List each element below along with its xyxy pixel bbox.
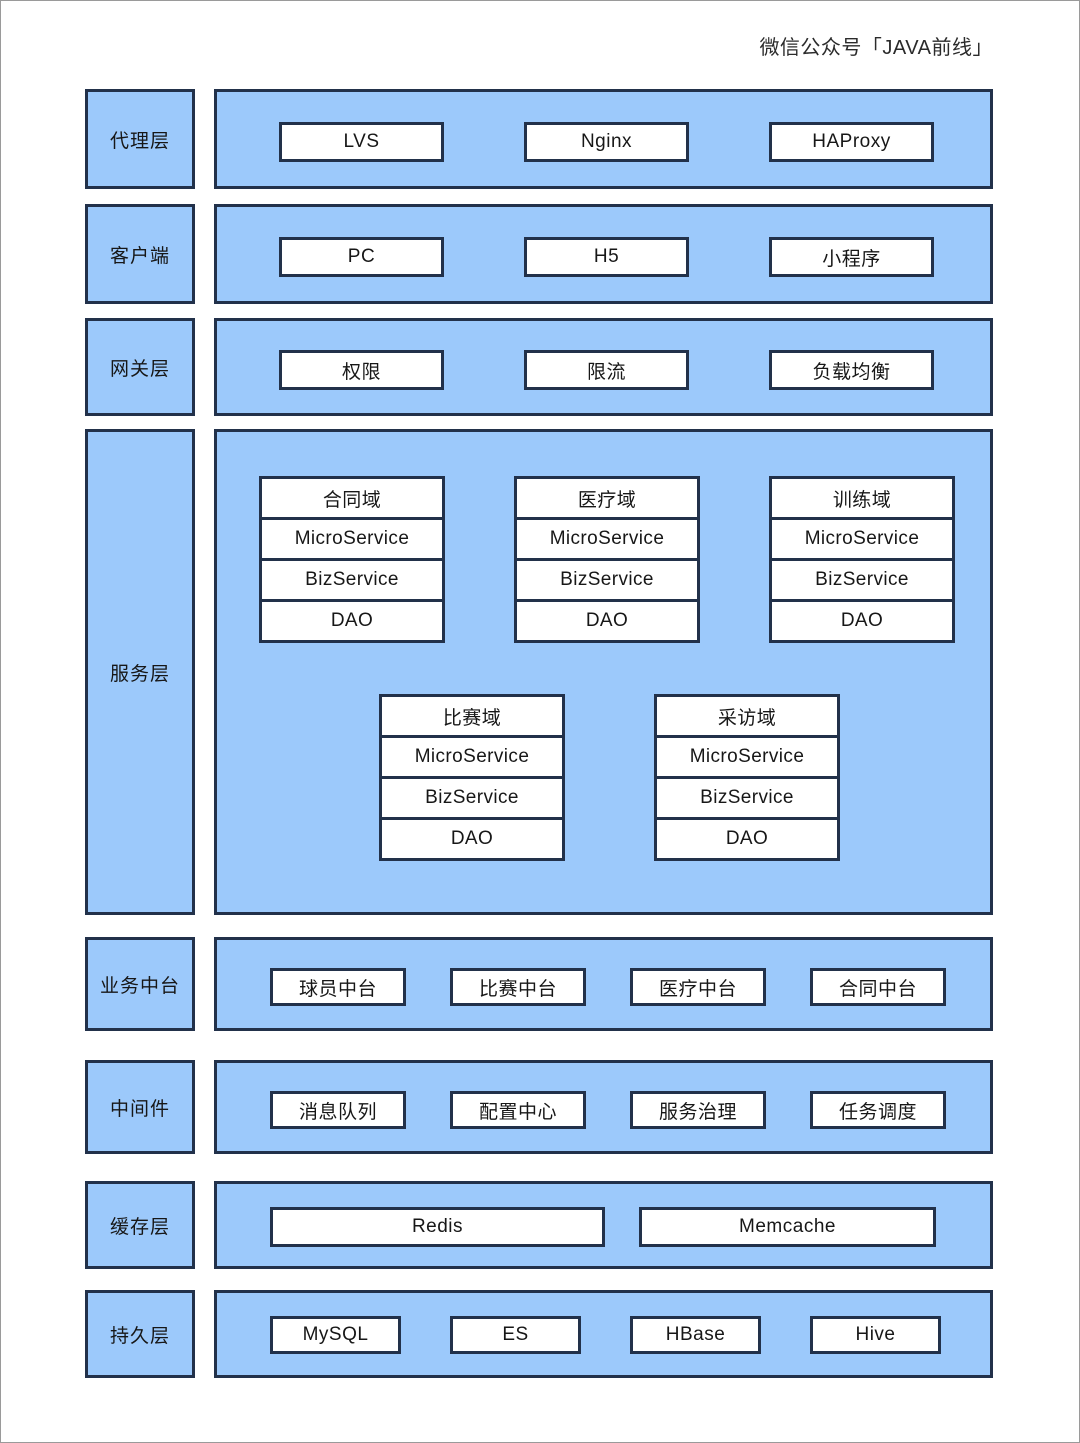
node-box[interactable]: 球员中台 — [270, 968, 406, 1006]
node-box[interactable]: 消息队列 — [270, 1091, 406, 1129]
domain-dao-cell: DAO — [654, 817, 840, 861]
node-box[interactable]: 限流 — [524, 350, 689, 390]
domain-dao-cell: DAO — [514, 599, 700, 643]
layer-panel-business-middle-platform: 球员中台 比赛中台 医疗中台 合同中台 — [214, 937, 993, 1031]
node-box[interactable]: 医疗中台 — [630, 968, 766, 1006]
domain-card[interactable]: 训练域 MicroService BizService DAO — [769, 476, 955, 643]
domain-bizservice-cell: BizService — [514, 558, 700, 602]
domain-dao-cell: DAO — [259, 599, 445, 643]
node-box[interactable]: 服务治理 — [630, 1091, 766, 1129]
domain-title-cell: 训练域 — [769, 476, 955, 520]
domain-bizservice-cell: BizService — [259, 558, 445, 602]
layer-label-gateway: 网关层 — [85, 318, 195, 416]
layer-label-text: 客户端 — [109, 245, 170, 267]
domain-microservice-cell: MicroService — [379, 735, 565, 779]
node-box[interactable]: 负载均衡 — [769, 350, 934, 390]
layer-label-business-middle-platform: 业务中台 — [85, 937, 195, 1031]
node-box[interactable]: HBase — [630, 1316, 761, 1354]
node-box[interactable]: 任务调度 — [810, 1091, 946, 1129]
layer-label-text: 服务层 — [109, 663, 170, 685]
node-box[interactable]: H5 — [524, 237, 689, 277]
layer-panel-service: 合同域 MicroService BizService DAO 医疗域 Micr… — [214, 429, 993, 915]
layer-panel-middleware: 消息队列 配置中心 服务治理 任务调度 — [214, 1060, 993, 1154]
domain-bizservice-cell: BizService — [654, 776, 840, 820]
layer-label-text: 网关层 — [109, 358, 170, 380]
layer-label-cache: 缓存层 — [85, 1181, 195, 1269]
layer-panel-cache: Redis Memcache — [214, 1181, 993, 1269]
layer-label-client: 客户端 — [85, 204, 195, 304]
node-box[interactable]: Memcache — [639, 1207, 936, 1247]
domain-card[interactable]: 比赛域 MicroService BizService DAO — [379, 694, 565, 861]
domain-dao-cell: DAO — [379, 817, 565, 861]
domain-card[interactable]: 采访域 MicroService BizService DAO — [654, 694, 840, 861]
layer-label-text: 代理层 — [109, 130, 170, 152]
layer-label-service: 服务层 — [85, 429, 195, 915]
domain-title-cell: 合同域 — [259, 476, 445, 520]
node-box[interactable]: PC — [279, 237, 444, 277]
domain-microservice-cell: MicroService — [654, 735, 840, 779]
diagram-page: 微信公众号「JAVA前线」 代理层 LVS Nginx HAProxy 客户端 … — [0, 0, 1080, 1443]
node-box[interactable]: 权限 — [279, 350, 444, 390]
layer-panel-persistence: MySQL ES HBase Hive — [214, 1290, 993, 1378]
domain-title-cell: 比赛域 — [379, 694, 565, 738]
node-box[interactable]: 配置中心 — [450, 1091, 586, 1129]
domain-title-cell: 医疗域 — [514, 476, 700, 520]
domain-microservice-cell: MicroService — [769, 517, 955, 561]
domain-microservice-cell: MicroService — [514, 517, 700, 561]
node-box[interactable]: 合同中台 — [810, 968, 946, 1006]
node-box[interactable]: Nginx — [524, 122, 689, 162]
layer-label-text: 持久层 — [109, 1325, 170, 1347]
layer-panel-client: PC H5 小程序 — [214, 204, 993, 304]
domain-card[interactable]: 医疗域 MicroService BizService DAO — [514, 476, 700, 643]
domain-title-cell: 采访域 — [654, 694, 840, 738]
layer-label-proxy: 代理层 — [85, 89, 195, 189]
layer-label-middleware: 中间件 — [85, 1060, 195, 1154]
node-box[interactable]: HAProxy — [769, 122, 934, 162]
node-box[interactable]: Hive — [810, 1316, 941, 1354]
node-box[interactable]: MySQL — [270, 1316, 401, 1354]
node-box[interactable]: LVS — [279, 122, 444, 162]
domain-card[interactable]: 合同域 MicroService BizService DAO — [259, 476, 445, 643]
domain-microservice-cell: MicroService — [259, 517, 445, 561]
layer-label-text: 缓存层 — [109, 1216, 170, 1238]
layer-label-text: 业务中台 — [99, 975, 180, 997]
node-box[interactable]: Redis — [270, 1207, 605, 1247]
domain-bizservice-cell: BizService — [769, 558, 955, 602]
watermark-text: 微信公众号「JAVA前线」 — [759, 37, 993, 59]
layer-panel-proxy: LVS Nginx HAProxy — [214, 89, 993, 189]
node-box[interactable]: ES — [450, 1316, 581, 1354]
domain-bizservice-cell: BizService — [379, 776, 565, 820]
layer-label-text: 中间件 — [109, 1098, 170, 1120]
domain-dao-cell: DAO — [769, 599, 955, 643]
node-box[interactable]: 比赛中台 — [450, 968, 586, 1006]
layer-label-persistence: 持久层 — [85, 1290, 195, 1378]
node-box[interactable]: 小程序 — [769, 237, 934, 277]
layer-panel-gateway: 权限 限流 负载均衡 — [214, 318, 993, 416]
